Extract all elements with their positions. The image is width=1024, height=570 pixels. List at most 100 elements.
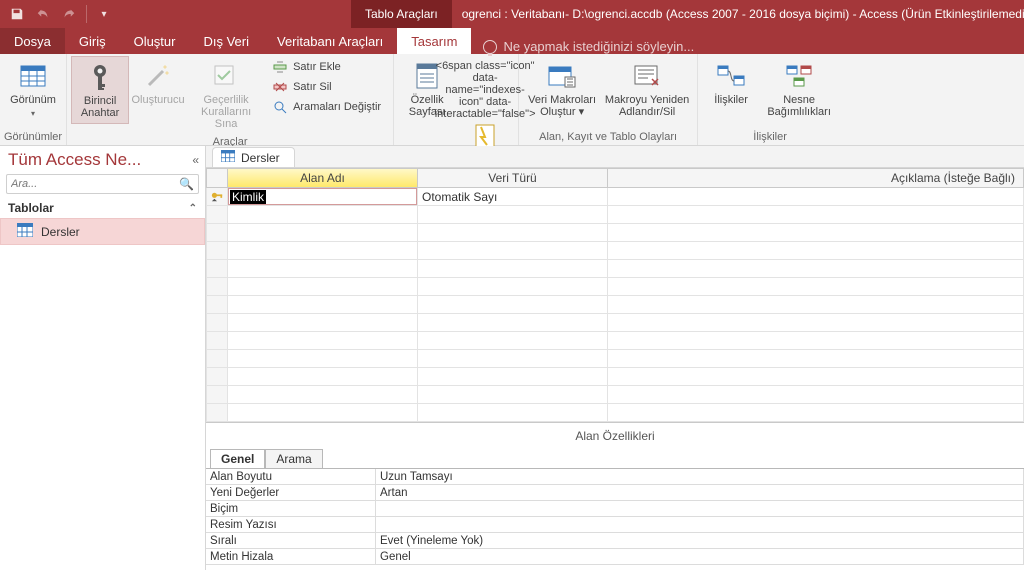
- design-grid-row[interactable]: [206, 404, 1024, 422]
- create-data-macros-button[interactable]: Veri Makroları Oluştur ▾: [523, 56, 601, 122]
- field-prop-label: Biçim: [206, 501, 376, 517]
- chevron-collapse-icon[interactable]: «: [192, 153, 199, 167]
- insert-rows-button[interactable]: Satır Ekle: [271, 58, 383, 76]
- description-cell[interactable]: [608, 188, 1024, 206]
- design-grid-row[interactable]: [206, 332, 1024, 350]
- field-props-tab-general[interactable]: Genel: [210, 449, 265, 468]
- qat-separator: [86, 5, 87, 23]
- ribbon-group-tools: Birincil Anahtar Oluşturucu Geçerlilik K…: [67, 54, 394, 145]
- delete-rows-button[interactable]: Satır Sil: [271, 78, 383, 96]
- field-prop-label: Metin Hizala: [206, 549, 376, 565]
- field-prop-row[interactable]: Metin HizalaGenel: [206, 549, 1024, 565]
- validation-icon: [210, 60, 242, 92]
- modify-lookups-button[interactable]: Aramaları Değiştir: [271, 98, 383, 116]
- tab-home[interactable]: Giriş: [65, 28, 120, 54]
- title-bar: ▾ Tablo Araçları ogrenci : Veritabanı- D…: [0, 0, 1024, 28]
- window-title: ogrenci : Veritabanı- D:\ogrenci.accdb (…: [452, 0, 1024, 28]
- field-prop-value[interactable]: Evet (Yineleme Yok): [376, 533, 1024, 549]
- field-name-editor[interactable]: Kimlik: [228, 188, 417, 205]
- column-header-description[interactable]: Açıklama (İsteğe Bağlı): [608, 168, 1024, 188]
- field-properties-tabs: Genel Arama: [206, 449, 1024, 468]
- nav-search-input[interactable]: [11, 178, 179, 190]
- design-area: Dersler Alan Adı Veri Türü Açıklama (İst…: [206, 146, 1024, 570]
- field-prop-value[interactable]: [376, 501, 1024, 517]
- design-grid-body: Kimlik Otomatik Sayı: [206, 188, 1024, 422]
- field-name-cell[interactable]: Kimlik: [228, 188, 418, 206]
- field-prop-label: Yeni Değerler: [206, 485, 376, 501]
- search-icon[interactable]: 🔍: [179, 177, 194, 191]
- object-dependencies-button[interactable]: Nesne Bağımlılıkları: [760, 56, 838, 122]
- field-prop-row[interactable]: Yeni DeğerlerArtan: [206, 485, 1024, 501]
- view-button[interactable]: Görünüm ▾: [4, 56, 62, 124]
- row-selector-header[interactable]: [206, 168, 228, 188]
- design-grid-row[interactable]: [206, 278, 1024, 296]
- rename-delete-macro-label: Makroyu Yeniden Adlandır/Sil: [603, 94, 691, 118]
- chevron-down-icon: ▾: [31, 108, 35, 120]
- ribbon-group-relationships: İlişkiler Nesne Bağımlılıkları İlişkiler: [698, 54, 842, 145]
- tab-create[interactable]: Oluştur: [120, 28, 190, 54]
- field-prop-row[interactable]: Biçim: [206, 501, 1024, 517]
- design-grid-row[interactable]: [206, 242, 1024, 260]
- workspace: Tüm Access Ne... « 🔍 Tablolar ⌃ Dersler …: [0, 146, 1024, 570]
- design-grid-row[interactable]: [206, 224, 1024, 242]
- insert-row-icon: [273, 60, 287, 74]
- test-validation-button[interactable]: Geçerlilik Kurallarını Sına: [187, 56, 265, 134]
- relationships-button[interactable]: İlişkiler: [702, 56, 760, 110]
- data-macro-icon: [546, 60, 578, 92]
- field-prop-row[interactable]: Alan BoyutuUzun Tamsayı: [206, 469, 1024, 485]
- undo-icon[interactable]: [32, 3, 54, 25]
- field-prop-label: Resim Yazısı: [206, 517, 376, 533]
- design-grid-row[interactable]: [206, 368, 1024, 386]
- nav-search-box[interactable]: 🔍: [6, 174, 199, 194]
- tell-me-placeholder: Ne yapmak istediğinizi söyleyin...: [503, 39, 694, 54]
- nav-category-label: Tablolar: [8, 201, 54, 215]
- field-prop-row[interactable]: Resim Yazısı: [206, 517, 1024, 533]
- data-type-cell[interactable]: Otomatik Sayı: [418, 188, 608, 206]
- table-icon: [221, 150, 235, 165]
- design-grid-row[interactable]: [206, 260, 1024, 278]
- design-grid-row[interactable]: [206, 314, 1024, 332]
- column-header-data-type[interactable]: Veri Türü: [418, 168, 608, 188]
- field-prop-value[interactable]: Artan: [376, 485, 1024, 501]
- ribbon-group-show-hide: Özellik Sayfası <6span class="icon" data…: [394, 54, 519, 145]
- nav-category-tables[interactable]: Tablolar ⌃: [0, 198, 205, 218]
- lightbulb-icon: [483, 40, 497, 54]
- tab-external-data[interactable]: Dış Veri: [189, 28, 263, 54]
- field-prop-row[interactable]: SıralıEvet (Yineleme Yok): [206, 533, 1024, 549]
- ribbon-group-events-label: Alan, Kayıt ve Tablo Olayları: [523, 129, 693, 145]
- field-props-tab-lookup[interactable]: Arama: [265, 449, 322, 468]
- qat-customize-icon[interactable]: ▾: [93, 3, 115, 25]
- document-tab-dersler[interactable]: Dersler: [212, 147, 295, 167]
- rename-delete-macro-button[interactable]: Makroyu Yeniden Adlandır/Sil: [601, 56, 693, 122]
- tab-file[interactable]: Dosya: [0, 28, 65, 54]
- tab-design[interactable]: Tasarım: [397, 28, 471, 54]
- design-grid-row[interactable]: [206, 296, 1024, 314]
- nav-item-dersler[interactable]: Dersler: [0, 218, 205, 245]
- redo-icon[interactable]: [58, 3, 80, 25]
- design-grid-row[interactable]: Kimlik Otomatik Sayı: [206, 188, 1024, 206]
- builder-label: Oluşturucu: [131, 94, 184, 106]
- builder-button[interactable]: Oluşturucu: [129, 56, 187, 110]
- design-grid-row[interactable]: [206, 386, 1024, 404]
- design-grid-row[interactable]: [206, 206, 1024, 224]
- insert-rows-label: Satır Ekle: [293, 61, 341, 73]
- field-prop-value[interactable]: Genel: [376, 549, 1024, 565]
- ribbon-tab-strip: Dosya Giriş Oluştur Dış Veri Veritabanı …: [0, 28, 1024, 54]
- row-selector[interactable]: [206, 188, 228, 206]
- field-properties-pane: Alan Özellikleri Genel Arama Alan Boyutu…: [206, 422, 1024, 570]
- column-header-field-name[interactable]: Alan Adı: [228, 168, 418, 188]
- primary-key-button[interactable]: Birincil Anahtar: [71, 56, 129, 124]
- save-icon[interactable]: [6, 3, 28, 25]
- table-design-grid: Alan Adı Veri Türü Açıklama (İsteğe Bağl…: [206, 168, 1024, 422]
- tab-database-tools[interactable]: Veritabanı Araçları: [263, 28, 397, 54]
- modify-lookups-label: Aramaları Değiştir: [293, 101, 381, 113]
- tell-me-search[interactable]: Ne yapmak istediğinizi söyleyin...: [471, 39, 694, 54]
- primary-key-label: Birincil Anahtar: [74, 95, 126, 119]
- ribbon-group-relationships-label: İlişkiler: [702, 129, 838, 145]
- lookup-icon: [273, 100, 287, 114]
- field-prop-value[interactable]: Uzun Tamsayı: [376, 469, 1024, 485]
- nav-pane-header[interactable]: Tüm Access Ne... «: [0, 146, 205, 172]
- chevron-up-icon: ⌃: [189, 203, 197, 214]
- field-prop-value[interactable]: [376, 517, 1024, 533]
- design-grid-row[interactable]: [206, 350, 1024, 368]
